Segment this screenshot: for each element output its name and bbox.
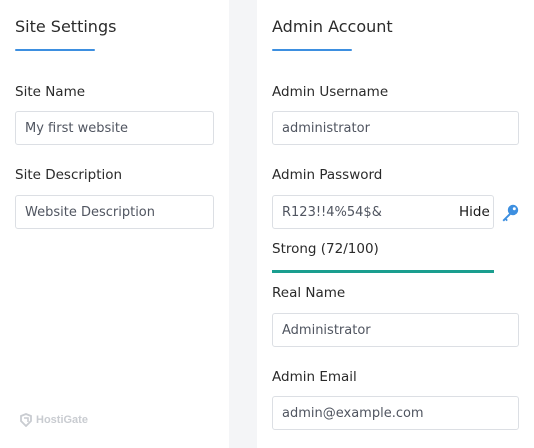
admin-username-input[interactable] xyxy=(272,111,519,145)
real-name-input[interactable] xyxy=(272,313,519,347)
site-description-input[interactable] xyxy=(15,195,214,229)
admin-account-panel: Admin Account Admin Username Admin Passw… xyxy=(257,0,534,448)
site-description-label: Site Description xyxy=(15,167,123,183)
hostigate-watermark: HostiGate xyxy=(19,413,88,427)
site-settings-panel: Site Settings Site Name Site Description… xyxy=(0,0,229,448)
hide-password-button[interactable]: Hide xyxy=(459,204,490,220)
admin-password-label: Admin Password xyxy=(272,167,383,183)
site-name-label: Site Name xyxy=(15,84,86,100)
password-strength-bar xyxy=(272,270,494,273)
watermark-text: HostiGate xyxy=(36,414,88,426)
hostigate-logo-icon xyxy=(20,413,32,427)
admin-username-label: Admin Username xyxy=(272,84,389,100)
admin-account-title: Admin Account xyxy=(272,17,393,36)
site-settings-title: Site Settings xyxy=(15,17,117,36)
site-name-input[interactable] xyxy=(15,111,214,145)
admin-email-input[interactable] xyxy=(272,396,519,430)
admin-email-label: Admin Email xyxy=(272,369,357,385)
real-name-label: Real Name xyxy=(272,285,346,301)
site-settings-title-underline xyxy=(15,49,95,51)
password-strength-fill xyxy=(272,270,494,273)
admin-account-title-underline xyxy=(272,49,352,51)
key-icon[interactable] xyxy=(500,203,520,223)
password-strength-text: Strong (72/100) xyxy=(272,241,379,257)
